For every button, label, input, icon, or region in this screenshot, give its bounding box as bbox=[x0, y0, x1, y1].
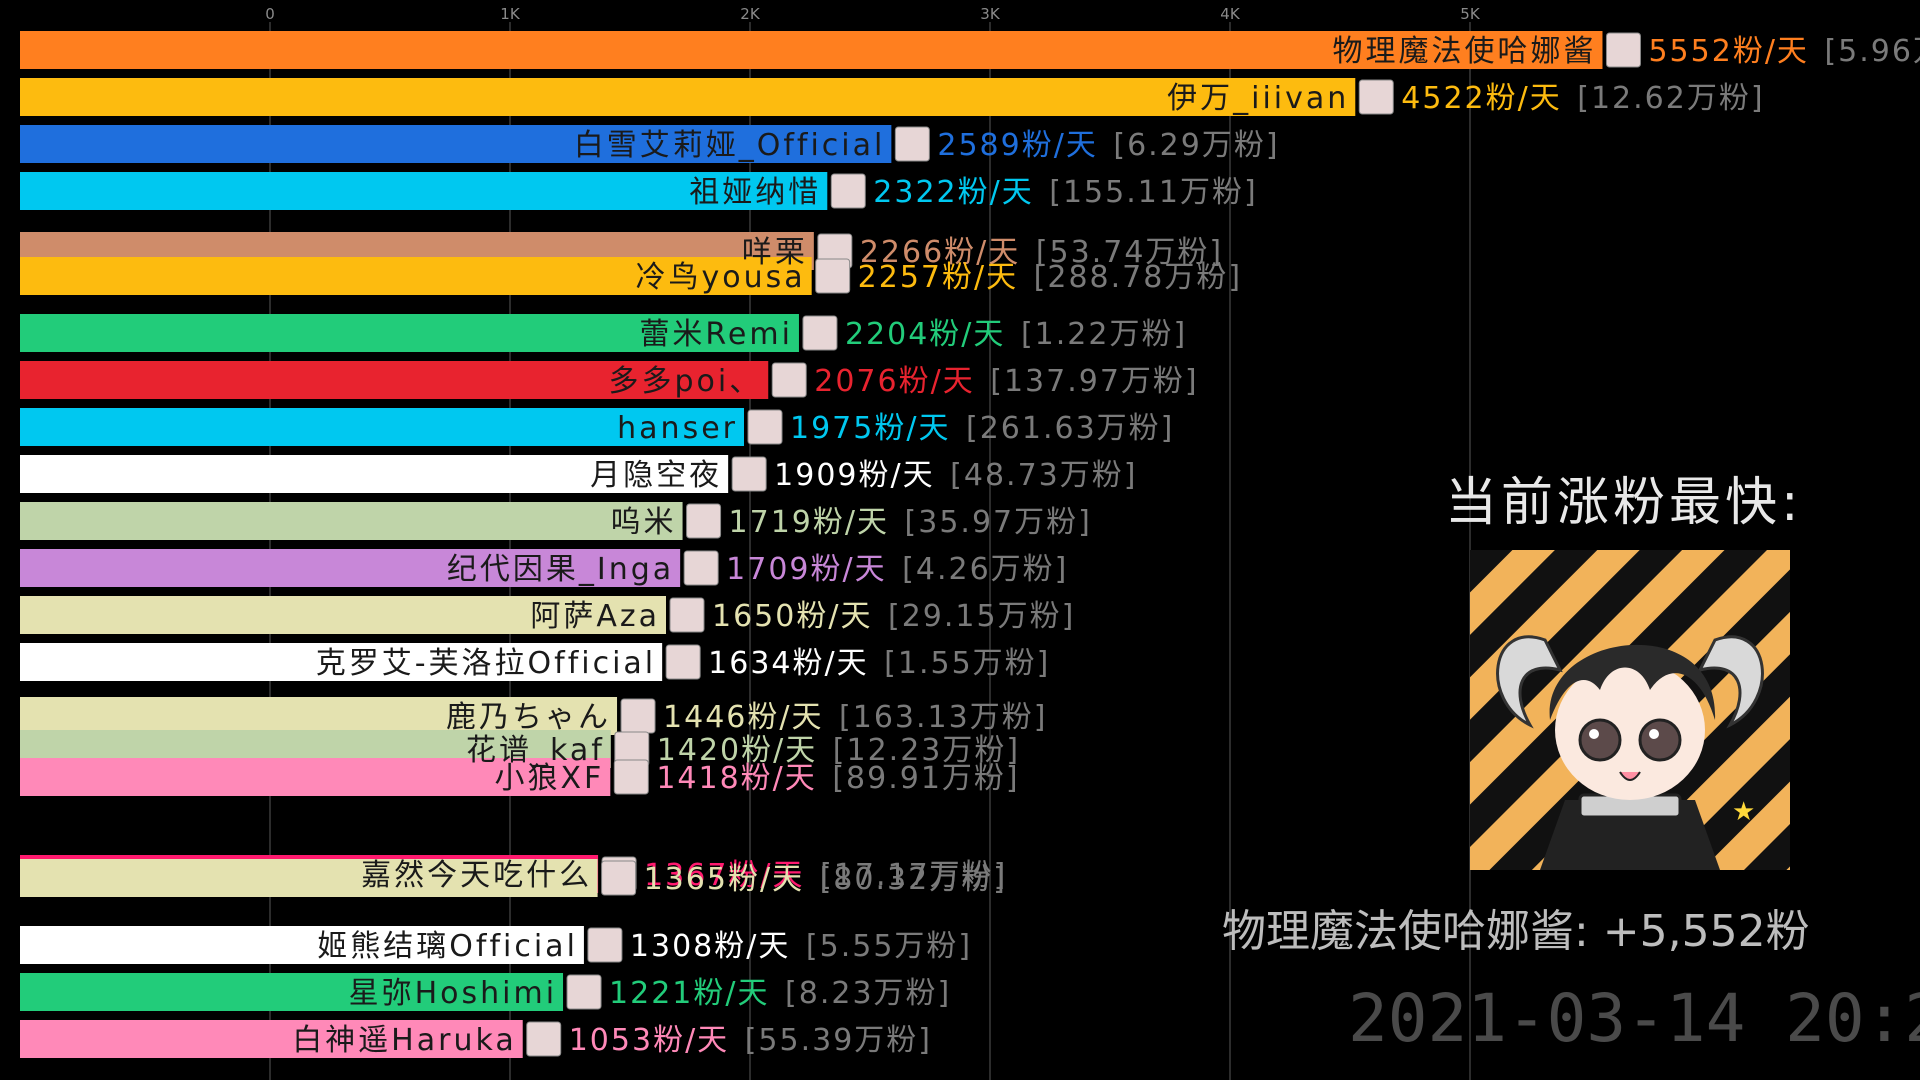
bar-name-label: 蕾米Remi bbox=[639, 317, 793, 352]
bar-total-label: [12.62万粉] bbox=[1577, 81, 1764, 116]
avatar-icon bbox=[1358, 79, 1394, 115]
bar-value-label: 2322粉/天 bbox=[873, 175, 1033, 210]
bar-name-label: 阿萨Aza bbox=[530, 599, 660, 634]
avatar-icon bbox=[601, 860, 637, 896]
fastest-title: 当前涨粉最快: bbox=[1445, 473, 1803, 533]
bar-value-label: 1365粉/天 bbox=[644, 862, 804, 897]
x-tick-label: 3K bbox=[980, 5, 1001, 23]
bar-name-label: 鹿乃ちゃん bbox=[446, 700, 611, 735]
bar-total-label: [55.39万粉] bbox=[745, 1023, 932, 1058]
avatar-icon bbox=[830, 173, 866, 209]
bar-name-label: 姬熊结璃Official bbox=[317, 929, 578, 964]
avatar-icon bbox=[669, 597, 705, 633]
bar-name-label: 物理魔法使哈娜酱 bbox=[1332, 34, 1596, 69]
bar bbox=[20, 78, 1356, 116]
bar-name-label: 呜米 bbox=[611, 505, 677, 540]
avatar-icon bbox=[747, 409, 783, 445]
bar-total-label: [261.63万粉] bbox=[966, 411, 1174, 446]
fastest-caption: 物理魔法使哈娜酱: +5,552粉 bbox=[1222, 906, 1810, 957]
bar-total-label: [80.32万粉] bbox=[820, 862, 1007, 897]
bar-total-label: [6.29万粉] bbox=[1113, 128, 1279, 163]
chibi-avatar-icon: ★ bbox=[1470, 550, 1790, 870]
avatar-icon bbox=[802, 315, 838, 351]
bar-name-label: 冷鸟yousa bbox=[636, 260, 806, 295]
avatar-icon bbox=[1605, 32, 1641, 68]
avatar-icon bbox=[731, 456, 767, 492]
top-avatar: ★ bbox=[1470, 550, 1790, 870]
bar-name-label: 白神遥Haruka bbox=[292, 1023, 517, 1058]
bar-total-label: [4.26万粉] bbox=[902, 552, 1068, 587]
bar-name-label: 星弥Hoshimi bbox=[349, 976, 557, 1011]
avatar-icon bbox=[894, 126, 930, 162]
bar-total-label: [137.97万粉] bbox=[990, 364, 1198, 399]
bar-total-label: [48.73万粉] bbox=[950, 458, 1137, 493]
bar-value-label: 1909粉/天 bbox=[774, 458, 934, 493]
bar-name-label: 白雪艾莉娅_Official bbox=[574, 128, 886, 163]
x-tick-label: 2K bbox=[740, 5, 761, 23]
avatar-icon bbox=[613, 759, 649, 795]
x-tick-label: 4K bbox=[1220, 5, 1241, 23]
bar-total-label: [1.22万粉] bbox=[1021, 317, 1187, 352]
bar-name-label: 小狼XF bbox=[495, 761, 605, 796]
avatar-icon bbox=[771, 362, 807, 398]
bar-name-label: 克罗艾-芙洛拉Official bbox=[316, 646, 656, 681]
bar-total-label: [8.23万粉] bbox=[785, 976, 951, 1011]
bar-value-label: 1418粉/天 bbox=[656, 761, 816, 796]
bar bbox=[20, 502, 683, 540]
avatar-icon bbox=[587, 927, 623, 963]
bar-name-label: 祖娅纳惜 bbox=[689, 175, 821, 210]
bar-value-label: 1634粉/天 bbox=[708, 646, 868, 681]
bar-value-label: 5552粉/天 bbox=[1648, 34, 1808, 69]
bar-value-label: 2257粉/天 bbox=[858, 260, 1018, 295]
bar-value-label: 4522粉/天 bbox=[1401, 81, 1561, 116]
bar-total-label: [29.15万粉] bbox=[888, 599, 1075, 634]
bar-value-label: 1053粉/天 bbox=[569, 1023, 729, 1058]
avatar-icon bbox=[665, 644, 701, 680]
bar-total-label: [5.55万粉] bbox=[806, 929, 972, 964]
bar-value-label: 2204粉/天 bbox=[845, 317, 1005, 352]
avatar-icon bbox=[815, 258, 851, 294]
avatar-icon bbox=[620, 698, 656, 734]
bar-name-label: 嘉然今天吃什么 bbox=[361, 858, 592, 893]
bar-name-label: 伊万_iiivan bbox=[1167, 81, 1349, 116]
bar-value-label: 1975粉/天 bbox=[790, 411, 950, 446]
x-tick-label: 0 bbox=[265, 5, 275, 23]
bar-total-label: [163.13万粉] bbox=[839, 700, 1047, 735]
bar-value-label: 2589粉/天 bbox=[937, 128, 1097, 163]
bar-name-label: 纪代因果_Inga bbox=[447, 552, 674, 587]
bar-value-label: 1650粉/天 bbox=[712, 599, 872, 634]
bar-total-label: [35.97万粉] bbox=[905, 505, 1092, 540]
x-tick-label: 5K bbox=[1460, 5, 1481, 23]
svg-text:★: ★ bbox=[1732, 797, 1755, 827]
bar-value-label: 1719粉/天 bbox=[729, 505, 889, 540]
bar-total-label: [89.91万粉] bbox=[832, 761, 1019, 796]
avatar-icon bbox=[683, 550, 719, 586]
avatar-icon bbox=[526, 1021, 562, 1057]
bar-value-label: 2076粉/天 bbox=[814, 364, 974, 399]
bar-total-label: [155.11万粉] bbox=[1049, 175, 1257, 210]
bar-name-label: 多多poi、 bbox=[609, 364, 763, 399]
bar-value-label: 1308粉/天 bbox=[630, 929, 790, 964]
bar-value-label: 1709粉/天 bbox=[726, 552, 886, 587]
bar-name-label: 月隐空夜 bbox=[590, 458, 722, 493]
bar-total-label: [5.96万 bbox=[1824, 34, 1920, 69]
bar-total-label: [288.78万粉] bbox=[1034, 260, 1242, 295]
bar-value-label: 1221粉/天 bbox=[609, 976, 769, 1011]
avatar-icon bbox=[686, 503, 722, 539]
bar-name-label: hanser bbox=[617, 411, 738, 446]
x-tick-label: 1K bbox=[500, 5, 521, 23]
avatar-icon bbox=[566, 974, 602, 1010]
date-stamp: 2021-03-14 20:29 bbox=[1348, 980, 1920, 1057]
bar-value-label: 1446粉/天 bbox=[663, 700, 823, 735]
bar-total-label: [1.55万粉] bbox=[884, 646, 1050, 681]
